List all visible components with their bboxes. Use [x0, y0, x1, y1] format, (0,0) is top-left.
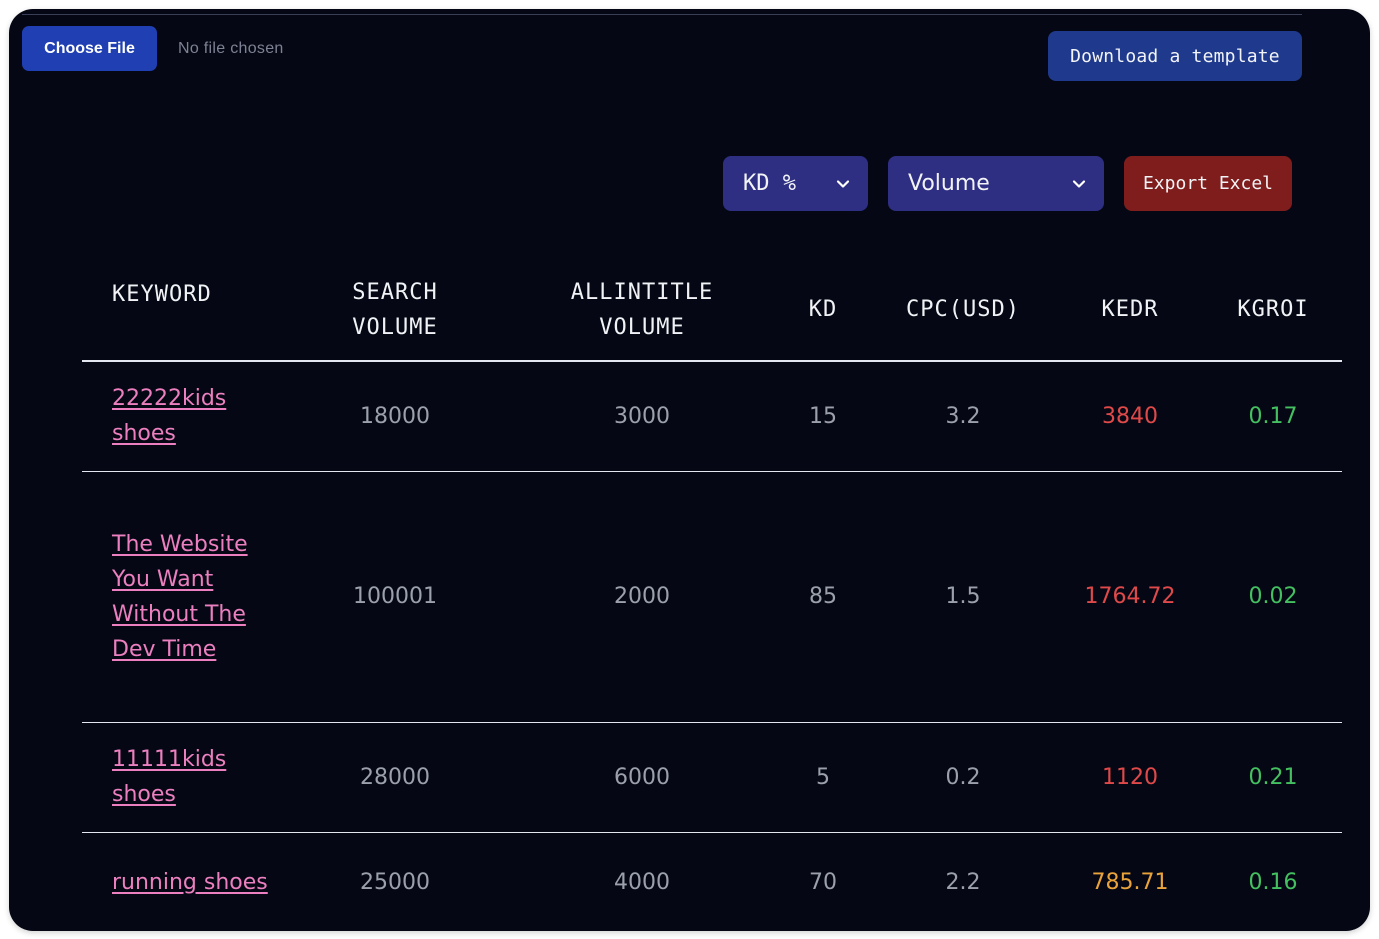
kedr-cell: 3840 — [1056, 361, 1204, 472]
choose-file-button[interactable]: Choose File — [22, 26, 157, 71]
header-cpc[interactable]: CPC(USD) — [870, 259, 1056, 362]
cpc-cell: 1.5 — [870, 471, 1056, 723]
keyword-link[interactable]: 11111kids shoes — [112, 747, 226, 807]
keyword-cell: 11111kids shoes — [82, 722, 282, 833]
table-controls: KD % Volume Export Excel — [723, 156, 1292, 211]
allintitle-volume-cell: 6000 — [508, 722, 776, 833]
header-kgroi[interactable]: KGROI — [1204, 259, 1342, 362]
kd-cell: 15 — [776, 361, 870, 472]
keyword-cell: The Website You Want Without The Dev Tim… — [82, 471, 282, 723]
table-row: running shoes 25000 4000 70 2.2 785.71 0… — [82, 832, 1342, 931]
header-search-volume[interactable]: SEARCH VOLUME — [282, 259, 508, 362]
header-kedr[interactable]: KEDR — [1056, 259, 1204, 362]
header-keyword[interactable]: KEYWORD — [82, 259, 282, 362]
kd-filter-value: KD % — [743, 171, 796, 196]
kgroi-cell: 0.16 — [1248, 869, 1298, 895]
kedr-cell: 785.71 — [1091, 869, 1169, 895]
keyword-link[interactable]: The Website You Want Without The Dev Tim… — [112, 532, 248, 662]
cpc-cell: 3.2 — [870, 361, 1056, 472]
allintitle-volume-cell: 2000 — [508, 471, 776, 723]
table-row: 11111kids shoes 28000 6000 5 0.2 1120 0.… — [82, 722, 1342, 833]
header-kd[interactable]: KD — [776, 259, 870, 362]
keyword-cell: running shoes — [82, 832, 282, 931]
kd-filter-select[interactable]: KD % — [723, 156, 868, 211]
search-volume-cell: 100001 — [282, 471, 508, 723]
table-row: The Website You Want Without The Dev Tim… — [82, 471, 1342, 723]
download-template-button[interactable]: Download a template — [1048, 31, 1302, 81]
kd-cell: 70 — [809, 869, 837, 895]
file-upload: Choose File No file chosen — [22, 26, 284, 71]
kd-cell: 85 — [776, 471, 870, 723]
search-volume-cell: 25000 — [360, 869, 430, 895]
keyword-link[interactable]: 22222kids shoes — [112, 386, 226, 446]
cpc-cell: 2.2 — [945, 869, 981, 895]
allintitle-volume-cell: 3000 — [508, 361, 776, 472]
keyword-tool-panel: Choose File No file chosen Download a te… — [9, 9, 1370, 931]
keyword-table: KEYWORD SEARCH VOLUME ALLINTITLE VOLUME KD… — [82, 259, 1342, 931]
chevron-down-icon — [1072, 179, 1086, 188]
chevron-down-icon — [836, 179, 850, 188]
kgroi-cell: 0.02 — [1204, 471, 1342, 723]
kgroi-cell: 0.21 — [1204, 722, 1342, 833]
kgroi-cell: 0.17 — [1204, 361, 1342, 472]
keyword-link[interactable]: running shoes — [112, 870, 268, 895]
search-volume-cell: 28000 — [282, 722, 508, 833]
kedr-cell: 1764.72 — [1056, 471, 1204, 723]
kd-cell: 5 — [776, 722, 870, 833]
table-row: 22222kids shoes 18000 3000 15 3.2 3840 0… — [82, 361, 1342, 472]
allintitle-volume-cell: 4000 — [614, 869, 670, 895]
kedr-cell: 1120 — [1056, 722, 1204, 833]
top-divider — [22, 14, 1302, 15]
table-header-row: KEYWORD SEARCH VOLUME ALLINTITLE VOLUME KD… — [82, 259, 1342, 362]
keyword-cell: 22222kids shoes — [82, 361, 282, 472]
export-excel-button[interactable]: Export Excel — [1124, 156, 1292, 211]
header-allintitle-volume[interactable]: ALLINTITLE VOLUME — [508, 259, 776, 362]
cpc-cell: 0.2 — [870, 722, 1056, 833]
sort-by-value: Volume — [908, 171, 990, 196]
search-volume-cell: 18000 — [282, 361, 508, 472]
sort-by-select[interactable]: Volume — [888, 156, 1104, 211]
file-status: No file chosen — [178, 39, 284, 57]
